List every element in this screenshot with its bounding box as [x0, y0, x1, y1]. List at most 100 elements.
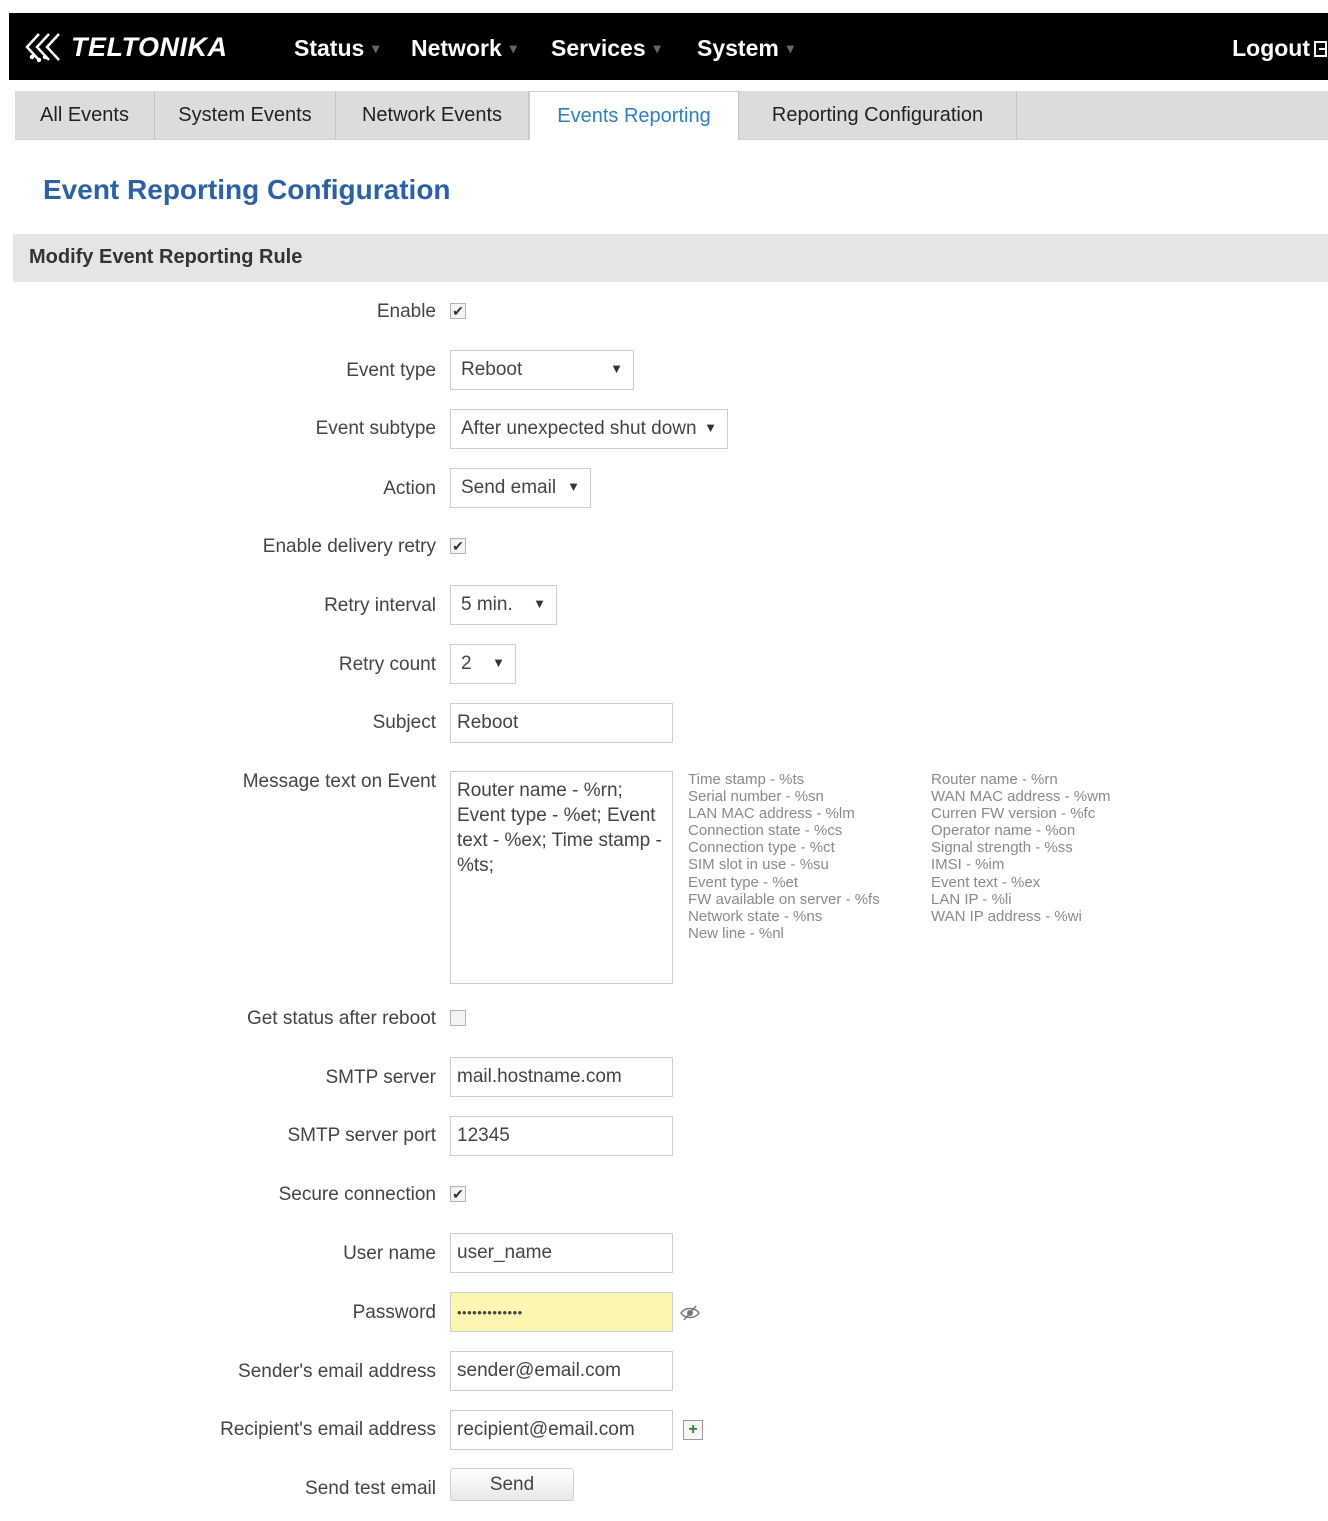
- dropdown-arrow-icon: ▼: [610, 361, 623, 376]
- delivery-retry-label: Enable delivery retry: [262, 536, 436, 557]
- status-after-reboot-label: Get status after reboot: [246, 1008, 436, 1029]
- dropdown-arrow-icon: ▼: [704, 420, 717, 435]
- nav-system[interactable]: System ▾: [697, 35, 794, 62]
- smtp-port-input[interactable]: 12345: [450, 1116, 673, 1156]
- variable-item: LAN MAC address - %lm: [688, 805, 855, 823]
- event-subtype-value: After unexpected shut down: [461, 418, 697, 439]
- nav-services-label: Services: [551, 35, 646, 61]
- recipient-email-input[interactable]: recipient@email.com: [450, 1410, 673, 1450]
- nav-network-label: Network: [411, 35, 502, 61]
- logout-button[interactable]: Logout: [1232, 35, 1328, 62]
- checkmark-icon: ✔: [452, 302, 464, 319]
- chevron-down-icon: ▾: [372, 40, 380, 56]
- variable-item: Operator name - %on: [931, 822, 1076, 840]
- tab-system-events[interactable]: System Events: [155, 91, 336, 139]
- variable-item: Connection type - %ct: [688, 839, 835, 857]
- retry-interval-select[interactable]: 5 min. ▼: [450, 585, 557, 625]
- retry-count-label: Retry count: [338, 654, 436, 675]
- variable-item: SIM slot in use - %su: [688, 856, 829, 874]
- variable-item: FW available on server - %fs: [688, 890, 880, 908]
- top-nav-bar: TELTONIKA Status ▾ Network ▾ Services ▾ …: [9, 13, 1328, 80]
- user-name-input[interactable]: user_name: [450, 1233, 673, 1273]
- nav-network[interactable]: Network ▾: [411, 35, 517, 62]
- event-type-label: Event type: [346, 360, 436, 381]
- teltonika-logo-icon: [25, 33, 60, 63]
- variable-item: Router name - %rn: [931, 771, 1058, 788]
- variable-item: Serial number - %sn: [688, 788, 824, 806]
- send-test-email-label: Send test email: [305, 1478, 436, 1499]
- recipient-email-label: Recipient's email address: [220, 1419, 436, 1440]
- variable-item: Signal strength - %ss: [931, 839, 1073, 857]
- eye-icon[interactable]: [680, 1304, 700, 1322]
- password-input[interactable]: •••••••••••••: [450, 1292, 673, 1332]
- enable-label: Enable: [376, 301, 436, 322]
- send-button[interactable]: Send: [450, 1468, 574, 1501]
- section-title: Modify Event Reporting Rule: [29, 246, 303, 268]
- variable-item: Network state - %ns: [688, 907, 823, 925]
- smtp-port-label: SMTP server port: [287, 1125, 436, 1146]
- nav-services[interactable]: Services ▾: [551, 35, 661, 62]
- variable-item: IMSI - %im: [931, 856, 1005, 874]
- nav-status-label: Status: [294, 35, 365, 61]
- dropdown-arrow-icon: ▼: [492, 655, 505, 670]
- variable-item: Curren FW version - %fc: [931, 805, 1096, 823]
- nav-system-label: System: [697, 35, 779, 61]
- section-header: Modify Event Reporting Rule: [13, 234, 1328, 282]
- retry-count-value: 2: [461, 653, 472, 674]
- variable-item: Connection state - %cs: [688, 822, 843, 840]
- variables-list-right: Router name - %rn WAN MAC address - %wm …: [931, 771, 1110, 925]
- retry-count-select[interactable]: 2 ▼: [450, 644, 516, 684]
- variable-item: Event type - %et: [688, 873, 799, 891]
- secure-connection-checkbox[interactable]: ✔: [450, 1186, 466, 1202]
- enable-checkbox[interactable]: ✔: [450, 303, 466, 319]
- checkmark-icon: ✔: [452, 1185, 464, 1202]
- chevron-down-icon: ▾: [509, 40, 517, 56]
- event-subtype-select[interactable]: After unexpected shut down ▼: [450, 409, 728, 449]
- password-label: Password: [352, 1302, 436, 1323]
- smtp-server-label: SMTP server: [325, 1067, 436, 1088]
- chevron-down-icon: ▾: [653, 40, 661, 56]
- secure-connection-label: Secure connection: [278, 1184, 436, 1205]
- retry-interval-value: 5 min.: [461, 594, 513, 615]
- action-value: Send email: [461, 477, 557, 498]
- logout-icon: [1314, 40, 1327, 57]
- event-type-value: Reboot: [461, 359, 523, 380]
- logout-label: Logout: [1232, 35, 1310, 61]
- variable-item: Time stamp - %ts: [688, 771, 805, 788]
- add-icon[interactable]: +: [683, 1420, 703, 1440]
- action-select[interactable]: Send email ▼: [450, 468, 591, 508]
- tab-events-reporting[interactable]: Events Reporting: [529, 91, 739, 140]
- message-label: Message text on Event: [242, 771, 436, 792]
- retry-interval-label: Retry interval: [324, 595, 436, 616]
- variable-item: Event text - %ex: [931, 873, 1041, 891]
- logo-text: TELTONIKA: [71, 31, 228, 62]
- sender-email-input[interactable]: sender@email.com: [450, 1351, 673, 1391]
- smtp-server-input[interactable]: mail.hostname.com: [450, 1057, 673, 1097]
- tab-reporting-configuration[interactable]: Reporting Configuration: [739, 91, 1017, 139]
- variable-item: LAN IP - %li: [931, 890, 1012, 908]
- message-textarea[interactable]: Router name - %rn; Event type - %et; Eve…: [450, 771, 673, 984]
- checkmark-icon: ✔: [452, 537, 464, 554]
- nav-status[interactable]: Status ▾: [294, 35, 379, 62]
- event-type-select[interactable]: Reboot ▼: [450, 350, 634, 390]
- subject-input[interactable]: Reboot: [450, 703, 673, 743]
- status-after-reboot-checkbox[interactable]: [450, 1010, 466, 1026]
- teltonika-logo[interactable]: TELTONIKA: [23, 31, 228, 63]
- subject-label: Subject: [372, 712, 436, 733]
- variable-item: WAN IP address - %wi: [931, 907, 1082, 925]
- variable-item: New line - %nl: [688, 924, 784, 942]
- variable-item: WAN MAC address - %wm: [931, 788, 1111, 806]
- user-name-label: User name: [343, 1243, 436, 1264]
- delivery-retry-checkbox[interactable]: ✔: [450, 538, 466, 554]
- tab-bar: All Events System Events Network Events …: [15, 91, 1328, 140]
- tab-all-events[interactable]: All Events: [15, 91, 155, 139]
- tab-network-events[interactable]: Network Events: [336, 91, 529, 139]
- chevron-down-icon: ▾: [786, 40, 794, 56]
- dropdown-arrow-icon: ▼: [567, 479, 580, 494]
- event-subtype-label: Event subtype: [315, 418, 436, 439]
- sender-email-label: Sender's email address: [238, 1361, 436, 1382]
- page-title: Event Reporting Configuration: [43, 174, 451, 205]
- variables-list-left: Time stamp - %ts Serial number - %sn LAN…: [688, 771, 880, 942]
- dropdown-arrow-icon: ▼: [533, 596, 546, 611]
- action-label: Action: [383, 478, 436, 499]
